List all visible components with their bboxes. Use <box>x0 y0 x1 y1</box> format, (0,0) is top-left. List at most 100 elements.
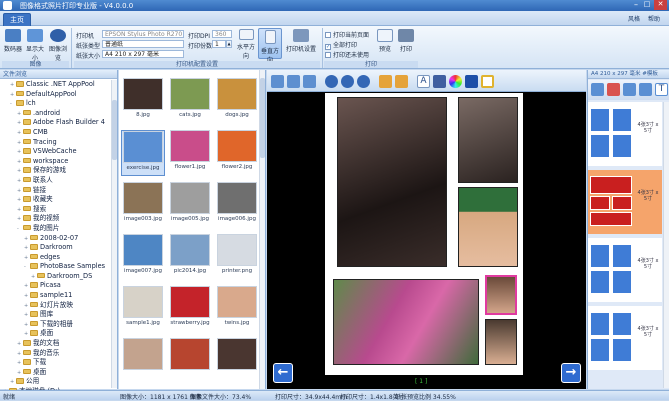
thumbnail[interactable]: strawberry.jpg <box>168 286 212 332</box>
align-horizontal-icon[interactable] <box>379 75 392 88</box>
maximize-icon[interactable]: □ <box>642 0 652 10</box>
tree-item[interactable]: - 我的图片 <box>0 224 117 234</box>
photo-flowers[interactable] <box>333 279 479 365</box>
thumbnail-scrollbar[interactable] <box>259 70 265 389</box>
tab-home[interactable]: 主页 <box>3 13 31 26</box>
display-size-button[interactable]: 显示大小 <box>25 29 45 62</box>
tree-item[interactable]: + Adobe Flash Builder 4 <box>0 118 117 128</box>
tree-item[interactable]: + 下载的相册 <box>0 320 117 330</box>
tree-item[interactable]: + 保存的游戏 <box>0 166 117 176</box>
tree-item[interactable]: + sample11 <box>0 291 117 301</box>
zoom-fit-icon[interactable] <box>357 75 370 88</box>
thumbnail[interactable]: pic2014.jpg <box>168 234 212 280</box>
portrait-button[interactable]: 垂直方向 <box>258 28 282 64</box>
scrollbar-thumb[interactable] <box>260 78 265 158</box>
flip-icon[interactable] <box>287 75 300 88</box>
template-item[interactable]: 4张3寸 x 5寸 <box>588 238 662 302</box>
tree-item[interactable]: + 公用 <box>0 377 117 387</box>
print-current-checkbox[interactable]: 打印当前页面 <box>325 30 369 39</box>
zoom-out-icon[interactable] <box>341 75 354 88</box>
paper-size-select[interactable]: A4 210 x 297 毫米 <box>102 50 184 58</box>
thumbnail[interactable]: dogs.jpg <box>215 78 259 124</box>
tree-item[interactable]: + DefaultAppPool <box>0 90 117 100</box>
thumbnail[interactable]: image006.jpg <box>215 182 259 228</box>
text-template-icon[interactable]: T <box>655 83 668 96</box>
print-template-icon[interactable] <box>623 83 636 96</box>
thumbnail[interactable]: exercise.jpg <box>121 130 165 176</box>
help-menu[interactable]: 帮助 <box>648 14 660 23</box>
thumbnail[interactable] <box>168 338 212 384</box>
thumbnail[interactable]: printer.png <box>215 234 259 280</box>
tree-item[interactable]: + CMB <box>0 128 117 138</box>
thumbnail[interactable]: sample1.jpg <box>121 286 165 332</box>
print-all-checkbox[interactable]: ✓ 全部打印 <box>325 40 357 50</box>
thumbnail[interactable]: flower1.jpg <box>168 130 212 176</box>
tree-item[interactable]: + 链接 <box>0 186 117 196</box>
tree-item[interactable]: + 我的音乐 <box>0 349 117 359</box>
background-icon[interactable] <box>465 75 478 88</box>
thumbnail[interactable]: flower2.jpg <box>215 130 259 176</box>
printer-select[interactable]: EPSON Stylus Photo R270 Series <box>102 30 184 38</box>
tree-item[interactable]: + 我的文档 <box>0 339 117 349</box>
rotate-right-icon[interactable] <box>303 75 316 88</box>
copies-field[interactable]: 1 <box>212 40 226 48</box>
template-item[interactable]: 4张3寸 x 5寸 <box>588 306 662 370</box>
layout-icon[interactable] <box>591 83 604 96</box>
close-icon[interactable]: ✕ <box>654 0 667 10</box>
thumbnail[interactable]: image003.jpg <box>121 182 165 228</box>
printer-setup-button[interactable]: 打印机设置 <box>286 29 316 53</box>
folder-tree[interactable]: + Classic .NET AppPool + DefaultAppPool - lch… <box>0 79 117 397</box>
dpi-field[interactable]: 360 <box>212 30 232 38</box>
tree-item[interactable]: - lch <box>0 99 117 109</box>
rotate-left-icon[interactable] <box>271 75 284 88</box>
align-vertical-icon[interactable] <box>395 75 408 88</box>
copies-stepper[interactable]: ▲ <box>226 40 232 48</box>
thumbnail[interactable] <box>215 338 259 384</box>
save-template-icon[interactable] <box>639 83 652 96</box>
photo-portrait-selected[interactable] <box>485 275 517 315</box>
text-icon[interactable]: A <box>417 75 430 88</box>
tree-item[interactable]: + Picasa <box>0 281 117 291</box>
landscape-button[interactable]: 水平方向 <box>235 29 257 60</box>
thumbnail[interactable]: image005.jpg <box>168 182 212 228</box>
thumbnail[interactable]: cats.jpg <box>168 78 212 124</box>
tree-item[interactable]: + Darkroom <box>0 243 117 253</box>
photo-portrait[interactable] <box>485 319 517 365</box>
thumbnail[interactable]: image007.jpg <box>121 234 165 280</box>
tree-item[interactable]: + workspace <box>0 157 117 167</box>
minimize-icon[interactable]: – <box>631 0 641 10</box>
print-unused-checkbox[interactable]: 打印还未使用 <box>325 50 369 59</box>
preview-button[interactable]: 预览 <box>375 29 395 53</box>
photo-woman-sunglasses[interactable] <box>337 97 447 267</box>
paper-type-select[interactable]: 普通纸 <box>102 40 184 48</box>
tree-item[interactable]: + 下载 <box>0 358 117 368</box>
tree-scrollbar[interactable] <box>111 80 117 388</box>
tree-item[interactable]: + 图库 <box>0 310 117 320</box>
tree-item[interactable]: + Tracing <box>0 138 117 148</box>
tree-item[interactable]: + 收藏夹 <box>0 195 117 205</box>
zoom-in-icon[interactable] <box>325 75 338 88</box>
thumbnail[interactable] <box>121 338 165 384</box>
capture-button[interactable]: 数码器 <box>3 29 23 53</box>
template-item[interactable]: 4张3寸 x 5寸 <box>588 170 662 234</box>
frame-icon[interactable] <box>481 75 494 88</box>
tree-item[interactable]: + VSWebCache <box>0 147 117 157</box>
photo-woman-small[interactable] <box>458 97 518 183</box>
tree-item[interactable]: + Classic .NET AppPool <box>0 80 117 90</box>
tree-item[interactable]: + 搜索 <box>0 205 117 215</box>
thumbnail[interactable]: 8.jpg <box>121 78 165 124</box>
tree-item[interactable]: + 我的视频 <box>0 214 117 224</box>
photo-twins[interactable] <box>458 187 518 267</box>
tree-item[interactable]: + 联系人 <box>0 176 117 186</box>
tree-item[interactable]: + .android <box>0 109 117 119</box>
prev-page-button[interactable]: ← <box>273 363 293 383</box>
tree-item[interactable]: + edges <box>0 253 117 263</box>
tree-item[interactable]: +2008-02-07 <box>0 234 117 244</box>
tree-item[interactable]: + 桌面 <box>0 368 117 378</box>
style-menu[interactable]: 风格 <box>628 14 640 23</box>
tree-item[interactable]: + 桌面 <box>0 329 117 339</box>
next-page-button[interactable]: → <box>561 363 581 383</box>
tree-item[interactable]: - PhotoBase Samples <box>0 262 117 272</box>
effects-icon[interactable] <box>433 75 446 88</box>
template-item[interactable]: 4张3寸 x 5寸 <box>588 102 662 166</box>
